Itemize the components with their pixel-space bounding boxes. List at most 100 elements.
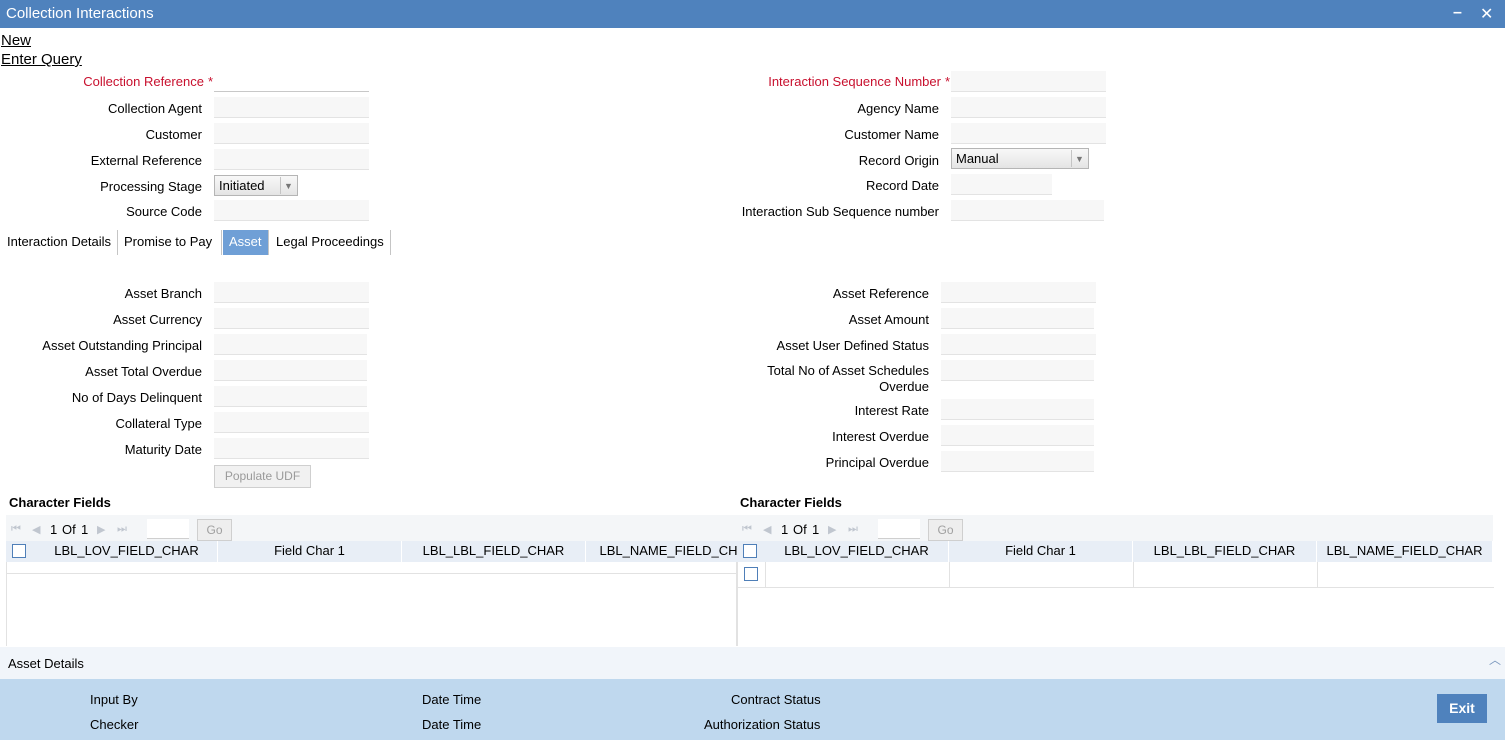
- agency-name-input[interactable]: [951, 97, 1106, 118]
- last-page-icon[interactable]: ⏭: [117, 523, 127, 536]
- maturity-date-label: Maturity Date: [124, 442, 202, 457]
- page-number-input[interactable]: [878, 519, 920, 539]
- interaction-sub-sequence-number-input[interactable]: [951, 200, 1104, 221]
- asset-user-defined-status-input[interactable]: [941, 334, 1096, 355]
- asset-amount-input[interactable]: [941, 308, 1094, 329]
- column-header: LBL_LBL_FIELD_CHAR: [1133, 541, 1317, 562]
- page-number-input[interactable]: [147, 519, 189, 539]
- asset-currency-label: Asset Currency: [113, 312, 202, 327]
- interaction-sub-sequence-number-label: Interaction Sub Sequence number: [741, 204, 939, 219]
- principal-overdue-label: Principal Overdue: [825, 455, 929, 470]
- record-date-input[interactable]: [951, 174, 1052, 195]
- interaction-sequence-number-input[interactable]: [951, 71, 1106, 92]
- chevron-up-icon[interactable]: ︿: [1489, 651, 1501, 668]
- current-page: 1: [50, 522, 58, 537]
- column-header: Field Char 1: [218, 541, 402, 562]
- previous-page-icon[interactable]: ◀: [32, 523, 40, 536]
- grid-body-right: [737, 562, 1494, 646]
- chevron-down-icon: ▼: [280, 177, 296, 194]
- customer-name-input[interactable]: [951, 123, 1106, 144]
- external-reference-input[interactable]: [214, 149, 369, 170]
- tab-asset[interactable]: Asset: [223, 230, 269, 255]
- source-code-input[interactable]: [214, 200, 369, 221]
- asset-branch-label: Asset Branch: [124, 286, 202, 301]
- customer-name-label: Customer Name: [844, 127, 939, 142]
- asset-amount-label: Asset Amount: [848, 312, 929, 327]
- action-menu: New Enter Query: [0, 30, 1505, 68]
- last-page-icon[interactable]: ⏭: [848, 523, 858, 536]
- grid-pager-left: ⏮ ◀ 1 Of 1 ▶ ⏭ Go: [6, 515, 737, 543]
- asset-reference-label: Asset Reference: [832, 286, 929, 301]
- column-header: LBL_LBL_FIELD_CHAR: [402, 541, 586, 562]
- customer-input[interactable]: [214, 123, 369, 144]
- interest-rate-input[interactable]: [941, 399, 1094, 420]
- collection-reference-label: Collection Reference *: [83, 74, 213, 89]
- asset-outstanding-principal-label: Asset Outstanding Principal: [42, 338, 202, 353]
- collateral-type-input[interactable]: [214, 412, 369, 433]
- previous-page-icon[interactable]: ◀: [763, 523, 771, 536]
- processing-stage-label: Processing Stage: [100, 179, 202, 194]
- column-header: Field Char 1: [949, 541, 1133, 562]
- processing-stage-select[interactable]: Initiated ▼: [214, 175, 298, 196]
- interest-rate-label: Interest Rate: [854, 403, 929, 418]
- asset-total-overdue-input[interactable]: [214, 360, 367, 381]
- interaction-sequence-number-label: Interaction Sequence Number *: [768, 74, 950, 89]
- asset-currency-input[interactable]: [214, 308, 369, 329]
- audit-footer: Input By Checker Date Time Date Time Con…: [0, 679, 1505, 740]
- select-all-checkbox[interactable]: [12, 544, 26, 558]
- first-page-icon[interactable]: ⏮: [742, 523, 752, 536]
- date-time-label: Date Time: [422, 717, 482, 732]
- asset-outstanding-principal-input[interactable]: [214, 334, 367, 355]
- total-no-of-asset-schedules-overdue-label: Total No of Asset Schedules Overdue: [767, 363, 929, 394]
- column-header: LBL_LOV_FIELD_CHAR: [36, 541, 218, 562]
- record-date-label: Record Date: [866, 178, 939, 193]
- table-cell[interactable]: [1134, 562, 1318, 588]
- new-link[interactable]: New: [1, 32, 31, 49]
- select-all-checkbox[interactable]: [743, 544, 757, 558]
- principal-overdue-input[interactable]: [941, 451, 1094, 472]
- close-icon[interactable]: ✕: [1480, 4, 1493, 24]
- table-row[interactable]: [738, 562, 1494, 588]
- asset-details-bar[interactable]: Asset Details ︿: [0, 647, 1505, 679]
- go-button[interactable]: Go: [928, 519, 963, 541]
- tab-legal-proceedings[interactable]: Legal Proceedings: [270, 230, 391, 255]
- total-pages: 1: [812, 522, 820, 537]
- collection-reference-input[interactable]: [214, 71, 369, 92]
- tab-promise-to-pay[interactable]: Promise to Pay: [118, 230, 222, 255]
- collection-agent-label: Collection Agent: [108, 101, 202, 116]
- tab-interaction-details[interactable]: Interaction Details: [1, 230, 118, 255]
- chevron-down-icon: ▼: [1071, 150, 1087, 167]
- asset-total-overdue-label: Asset Total Overdue: [85, 364, 202, 379]
- table-row: [7, 562, 736, 574]
- populate-udf-button[interactable]: Populate UDF: [214, 465, 311, 488]
- grid-header-right: LBL_LOV_FIELD_CHAR Field Char 1 LBL_LBL_…: [737, 541, 1493, 562]
- collection-agent-input[interactable]: [214, 97, 369, 118]
- minimize-icon[interactable]: –: [1453, 4, 1462, 22]
- table-cell[interactable]: [950, 562, 1134, 588]
- enter-query-link[interactable]: Enter Query: [1, 51, 82, 68]
- table-cell[interactable]: [766, 562, 950, 588]
- grid-header-left: LBL_LOV_FIELD_CHAR Field Char 1 LBL_LBL_…: [6, 541, 737, 562]
- authorization-status-label: Authorization Status: [704, 717, 821, 732]
- column-header: LBL_NAME_FIELD_CHAR: [586, 541, 737, 562]
- page-of-label: Of: [62, 522, 76, 537]
- window-title: Collection Interactions: [6, 5, 154, 22]
- first-page-icon[interactable]: ⏮: [11, 523, 21, 536]
- grid-pager-right: ⏮ ◀ 1 Of 1 ▶ ⏭ Go: [737, 515, 1493, 543]
- next-page-icon[interactable]: ▶: [97, 523, 105, 536]
- page-of-label: Of: [793, 522, 807, 537]
- maturity-date-input[interactable]: [214, 438, 369, 459]
- window-title-bar: Collection Interactions – ✕: [0, 0, 1505, 28]
- total-no-of-asset-schedules-overdue-input[interactable]: [941, 360, 1094, 381]
- interest-overdue-input[interactable]: [941, 425, 1094, 446]
- character-fields-title-right: Character Fields: [740, 495, 842, 510]
- date-time-label: Date Time: [422, 692, 482, 707]
- no-of-days-delinquent-input[interactable]: [214, 386, 367, 407]
- go-button[interactable]: Go: [197, 519, 232, 541]
- asset-branch-input[interactable]: [214, 282, 369, 303]
- record-origin-select[interactable]: Manual ▼: [951, 148, 1089, 169]
- exit-button[interactable]: Exit: [1437, 694, 1487, 723]
- asset-reference-input[interactable]: [941, 282, 1096, 303]
- next-page-icon[interactable]: ▶: [828, 523, 836, 536]
- total-pages: 1: [81, 522, 89, 537]
